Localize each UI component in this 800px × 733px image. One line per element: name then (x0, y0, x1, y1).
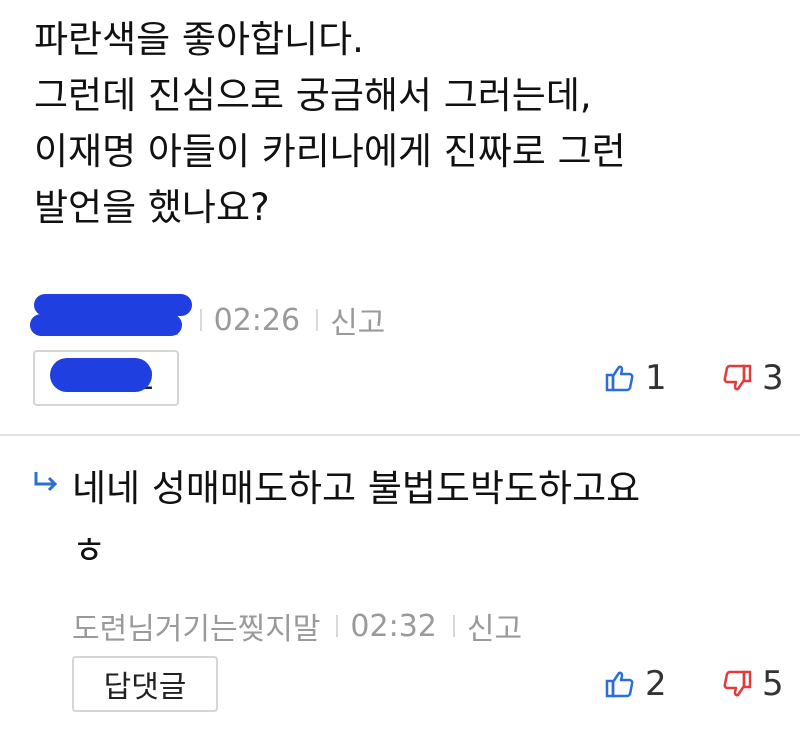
redaction-scribble (34, 294, 192, 316)
comment-line: 파란색을 좋아합니다. (34, 18, 364, 61)
comment-time: 02:26 (213, 302, 301, 338)
meta-separator (316, 309, 319, 331)
comment-line: 이재명 아들이 카리나에게 진짜로 그런 (34, 130, 626, 173)
reply-to-reply-button[interactable]: 답댓글 (72, 656, 218, 712)
reply-body: 네네 성매매도하고 불법도박도하고요 ㅎ (72, 458, 792, 582)
report-link[interactable]: 신고 (467, 604, 522, 648)
comment-line: 그런데 진심으로 궁금해서 그러는데, (34, 74, 592, 117)
redaction-scribble (50, 358, 152, 392)
thumbs-up-icon (605, 365, 634, 392)
like-button[interactable]: 1 (605, 358, 667, 398)
meta-separator (452, 615, 455, 637)
reply-meta: 도련님거기는찢지말 02:32 신고 (72, 604, 522, 648)
thumbs-down-icon (723, 364, 752, 391)
reply-arrow-icon (32, 470, 60, 496)
dislike-button[interactable]: 3 (722, 358, 784, 398)
comment-divider (0, 434, 800, 436)
reply-time: 02:32 (350, 608, 437, 644)
reply-line: ㅎ (72, 529, 107, 572)
thumbs-down-icon (723, 670, 752, 697)
reply-button-label: 답댓글 (103, 670, 187, 705)
redaction-scribble (30, 314, 182, 336)
dislike-button[interactable]: 5 (722, 664, 784, 704)
comment-item: 파란색을 좋아합니다. 그런데 진심으로 궁금해서 그러는데, 이재명 아들이 … (0, 0, 800, 434)
like-button[interactable]: 2 (605, 664, 667, 704)
dislike-count: 5 (762, 664, 784, 704)
comment-line: 발언을 했나요? (34, 186, 270, 229)
dislike-count: 3 (762, 358, 784, 398)
thumbs-up-icon (605, 671, 634, 698)
reply-line: 네네 성매매도하고 불법도박도하고요 (72, 467, 641, 510)
meta-separator (199, 309, 202, 331)
like-count: 1 (645, 358, 667, 398)
meta-separator (336, 615, 339, 637)
like-count: 2 (645, 664, 667, 704)
comment-body: 파란색을 좋아합니다. 그런데 진심으로 궁금해서 그러는데, 이재명 아들이 … (34, 12, 784, 236)
report-link[interactable]: 신고 (330, 298, 385, 342)
reply-author[interactable]: 도련님거기는찢지말 (72, 604, 334, 648)
